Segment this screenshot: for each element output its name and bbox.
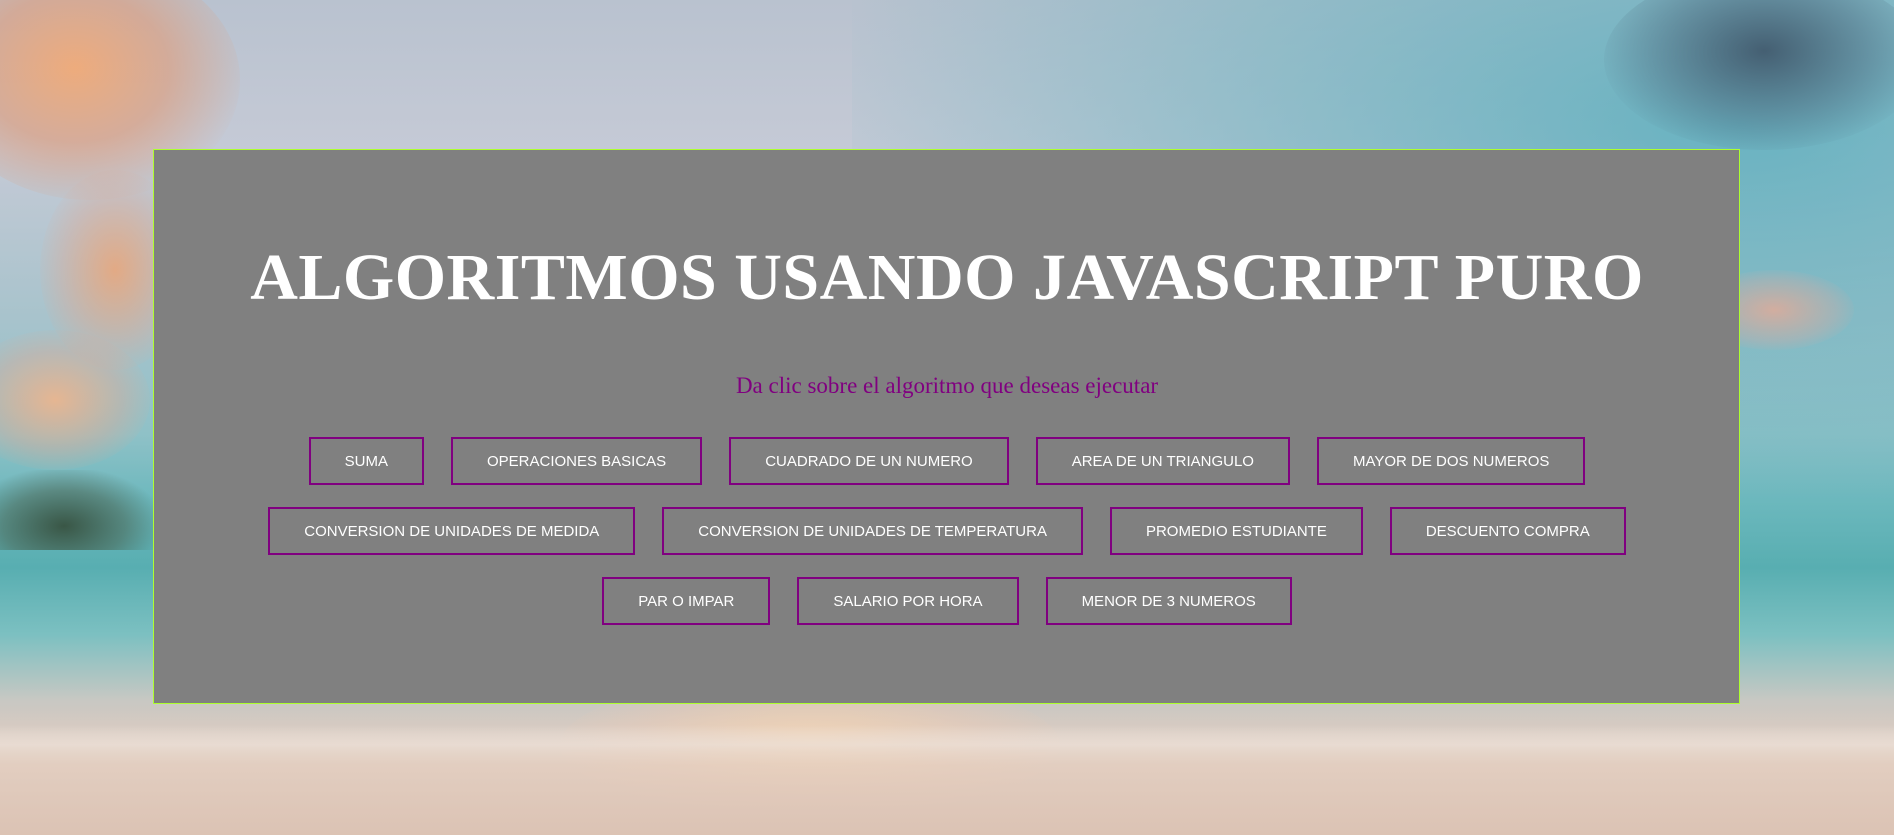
descuento-compra-button[interactable]: DESCUENTO COMPRA <box>1389 507 1626 555</box>
page-title: ALGORITMOS USANDO JAVASCRIPT PURO <box>250 241 1644 314</box>
beach-sand <box>0 705 1894 835</box>
mayor-de-dos-numeros-button[interactable]: MAYOR DE DOS NUMEROS <box>1316 437 1586 485</box>
operaciones-basicas-button[interactable]: OPERACIONES BASICAS <box>450 437 703 485</box>
algorithm-row-1: SUMA OPERACIONES BASICAS CUADRADO DE UN … <box>0 437 1894 485</box>
cuadrado-de-un-numero-button[interactable]: CUADRADO DE UN NUMERO <box>729 437 1009 485</box>
conversion-unidades-medida-button[interactable]: CONVERSION DE UNIDADES DE MEDIDA <box>268 507 636 555</box>
page-subtitle: Da clic sobre el algoritmo que deseas ej… <box>735 373 1159 398</box>
promedio-estudiante-button[interactable]: PROMEDIO ESTUDIANTE <box>1109 507 1363 555</box>
suma-button[interactable]: SUMA <box>308 437 424 485</box>
conversion-unidades-temperatura-button[interactable]: CONVERSION DE UNIDADES DE TEMPERATURA <box>662 507 1083 555</box>
par-o-impar-button[interactable]: PAR O IMPAR <box>602 577 771 625</box>
salario-por-hora-button[interactable]: SALARIO POR HORA <box>797 577 1019 625</box>
area-de-un-triangulo-button[interactable]: AREA DE UN TRIANGULO <box>1035 437 1290 485</box>
algorithm-row-2: CONVERSION DE UNIDADES DE MEDIDA CONVERS… <box>0 507 1894 555</box>
menor-de-3-numeros-button[interactable]: MENOR DE 3 NUMEROS <box>1045 577 1292 625</box>
algorithm-row-3: PAR O IMPAR SALARIO POR HORA MENOR DE 3 … <box>0 577 1894 625</box>
